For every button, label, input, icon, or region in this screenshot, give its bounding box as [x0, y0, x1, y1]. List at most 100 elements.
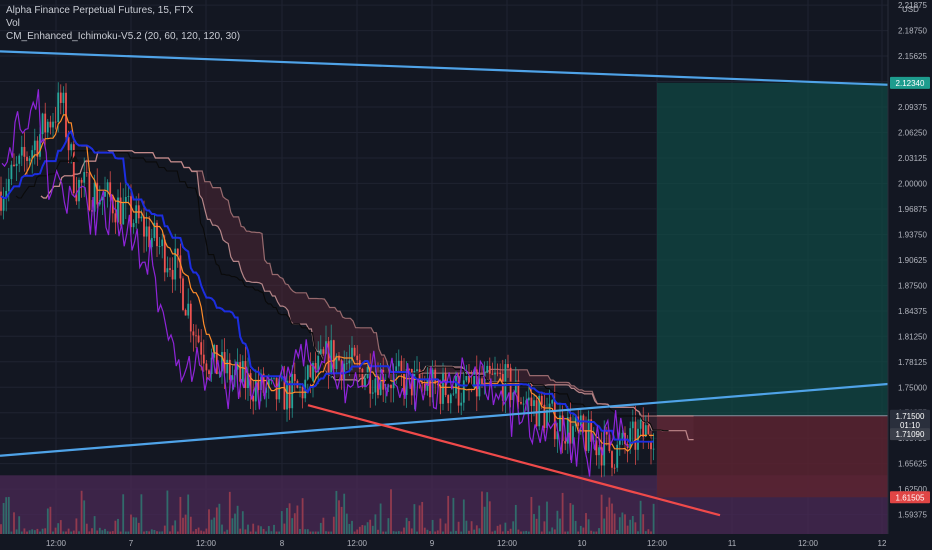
volume-bar [421, 501, 424, 534]
volume-bar [543, 521, 546, 534]
candle-body [189, 303, 192, 332]
volume-bar [616, 529, 619, 534]
volume-bar [468, 530, 470, 534]
volume-bar [184, 514, 187, 534]
volume-bar [39, 531, 41, 534]
candle-body [15, 163, 18, 166]
volume-bar [644, 531, 647, 534]
candle-body [462, 380, 465, 403]
volume-bar [257, 525, 260, 534]
volume-bar [189, 516, 192, 534]
volume-bar [59, 520, 62, 534]
chart-legend: Alpha Finance Perpetual Futures, 15, FTX… [6, 4, 240, 43]
candle-body [122, 202, 125, 225]
candle-body [465, 376, 468, 381]
volume-bar [429, 531, 431, 534]
volume-legend[interactable]: Vol [6, 17, 240, 30]
candle-body [195, 335, 197, 337]
volume-bar [267, 526, 270, 534]
candle-body [306, 365, 309, 380]
volume-bar [231, 518, 234, 534]
volume-bar [530, 496, 533, 534]
candle-body [182, 278, 184, 310]
candle-body [241, 361, 244, 382]
time-tick-label: 12 [878, 539, 887, 548]
volume-bar [65, 531, 67, 534]
candle-body [205, 363, 208, 371]
price-tick-label: 1.96875 [898, 205, 927, 214]
candle-body [145, 226, 148, 237]
candle-body [460, 402, 463, 406]
volume-bar [174, 520, 177, 534]
volume-bar [374, 514, 377, 534]
volume-bar [304, 529, 307, 534]
candle-body [507, 364, 509, 368]
volume-bar [496, 525, 499, 534]
price-tick-label: 1.87500 [898, 281, 927, 290]
candle-body [171, 269, 174, 280]
candle-body [59, 92, 62, 103]
candle-body [390, 384, 392, 389]
volume-bar [647, 529, 650, 534]
candle-body [439, 385, 442, 404]
volume-bar [44, 528, 47, 534]
volume-bar [634, 522, 637, 534]
volume-bar [533, 513, 535, 534]
volume-bar [33, 530, 36, 534]
volume-bar [395, 531, 398, 534]
volume-bar [80, 490, 83, 534]
candle-body [10, 164, 13, 180]
candle-body [434, 369, 437, 384]
volume-bar [338, 500, 340, 534]
volume-bar [247, 524, 249, 534]
volume-bar [611, 503, 613, 534]
volume-bar [143, 531, 145, 534]
volume-bar [101, 530, 104, 534]
candle-body [140, 216, 143, 219]
volume-bar [413, 504, 416, 534]
volume-bar [566, 531, 569, 534]
volume-bar [325, 531, 327, 534]
volume-bar [226, 529, 229, 534]
volume-bar [49, 506, 52, 534]
candle-body [57, 92, 60, 122]
candle-body [348, 360, 351, 364]
volume-bar [590, 530, 593, 534]
volume-bar [457, 521, 460, 534]
volume-bar [83, 500, 86, 534]
volume-bar [132, 517, 135, 534]
volume-bar [340, 506, 343, 534]
candle-body [585, 430, 587, 451]
candle-body [200, 342, 203, 355]
volume-bar [626, 525, 629, 534]
volume-bar [127, 531, 130, 534]
candle-body [104, 191, 106, 197]
volume-bar [507, 530, 509, 534]
volume-bar [70, 531, 73, 534]
volume-bar [579, 525, 582, 534]
time-tick-label: 12:00 [798, 539, 819, 548]
volume-bar [535, 518, 538, 534]
volume-bar [603, 518, 606, 534]
candle-body [366, 367, 369, 379]
volume-bar [153, 529, 156, 534]
volume-bar [418, 505, 421, 534]
price-tick-label: 2.00000 [898, 179, 927, 188]
price-tag-label-current: 1.71090 [896, 430, 925, 439]
candle-body [62, 92, 65, 103]
volume-bar [358, 526, 361, 534]
volume-bar [26, 531, 28, 534]
symbol-title[interactable]: Alpha Finance Perpetual Futures, 15, FTX [6, 4, 240, 17]
volume-bar [54, 527, 57, 534]
volume-bar [442, 531, 444, 534]
volume-bar [2, 502, 5, 534]
volume-bar [286, 507, 288, 534]
volume-bar [460, 531, 463, 534]
candle-body [135, 205, 138, 224]
volume-bar [0, 524, 2, 534]
price-chart[interactable]: 2.218752.187502.156252.125002.093752.062… [0, 0, 932, 550]
volume-bar [280, 511, 283, 534]
indicator-legend[interactable]: CM_Enhanced_Ichimoku-V5.2 (20, 60, 120, … [6, 30, 240, 43]
candle-body [345, 363, 348, 365]
volume-bar [278, 531, 281, 534]
